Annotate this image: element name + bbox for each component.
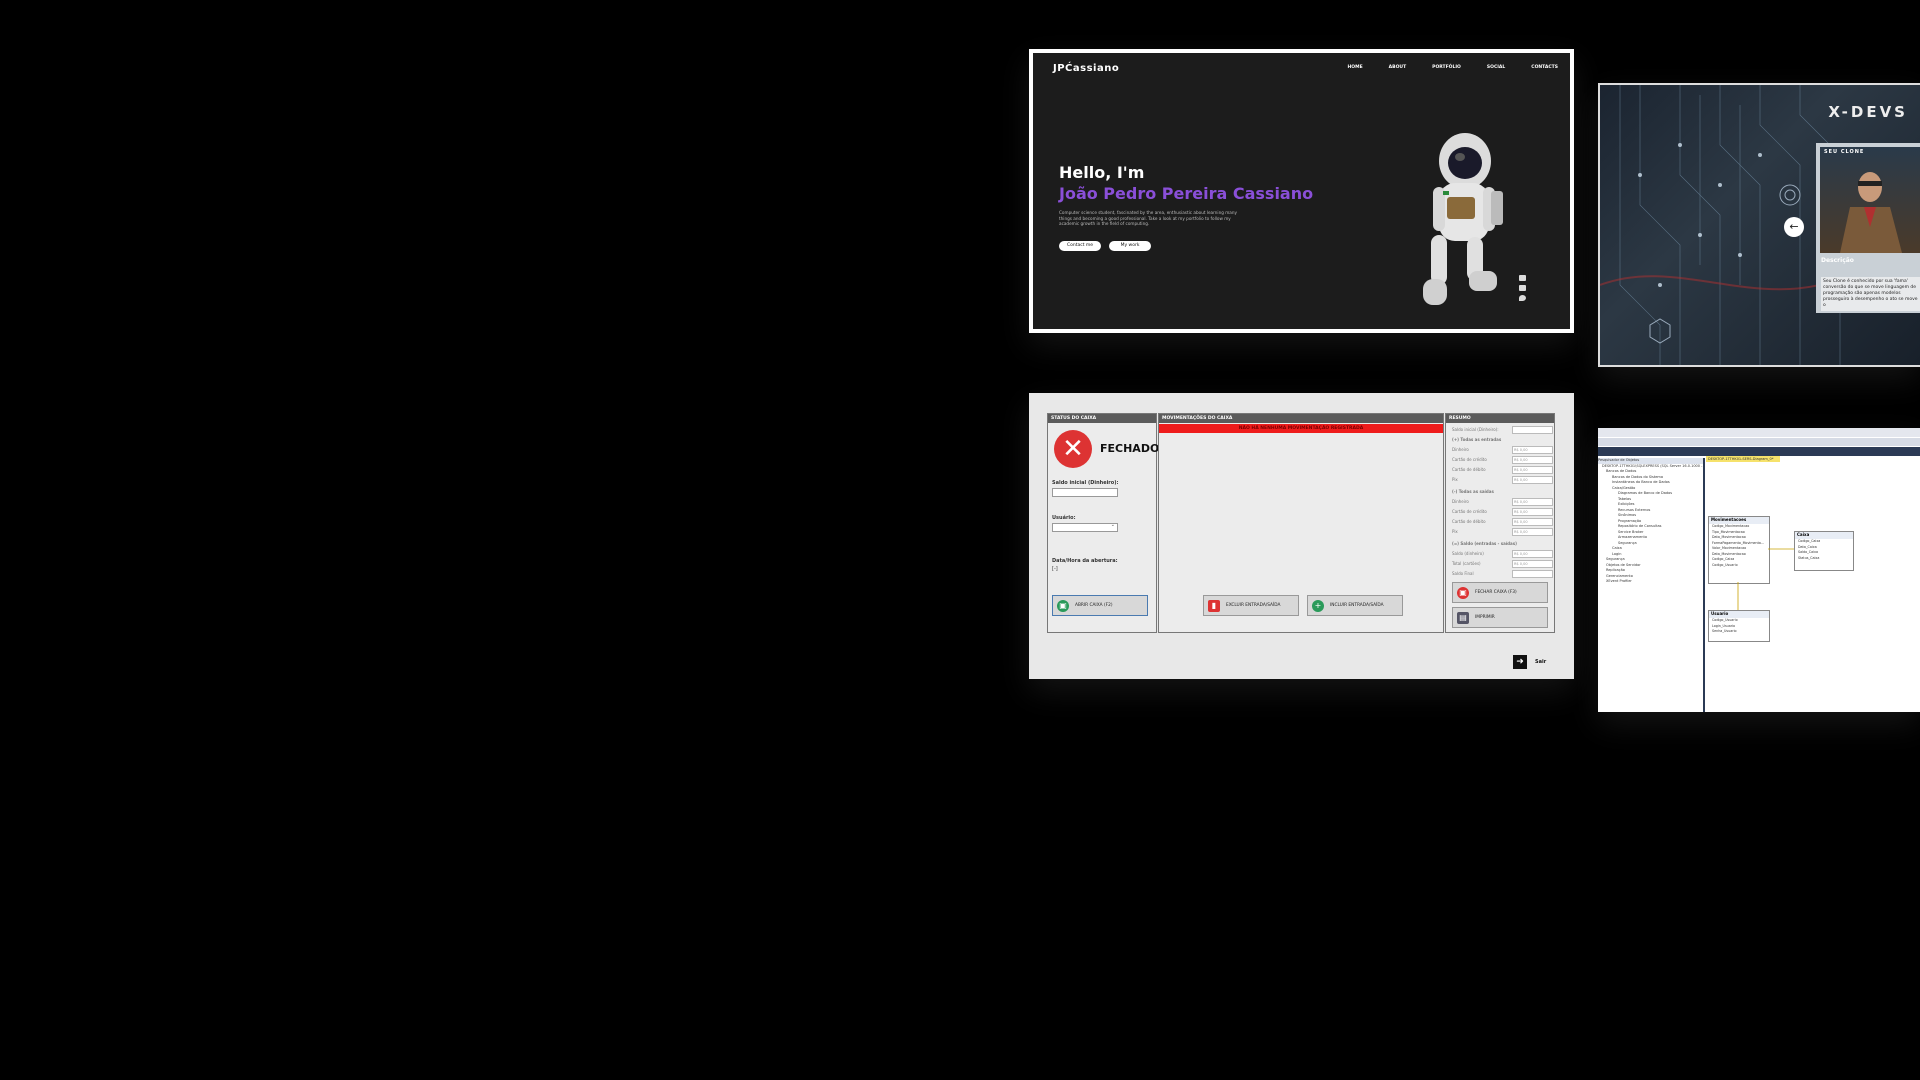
description-text: Seu Clone é conhecido por sua 'fama' con… <box>1821 277 1920 311</box>
nav-contacts[interactable]: CONTACTS <box>1531 65 1558 70</box>
excluir-button[interactable]: ▮ EXCLUIR ENTRADA/SAÍDA <box>1203 595 1299 616</box>
movimentacoes-panel: MOVIMENTAÇÕES DO CAIXA NÃO HÁ NENHUMA MO… <box>1158 413 1444 633</box>
incluir-button[interactable]: + INCLUIR ENTRADA/SAÍDA <box>1307 595 1403 616</box>
excluir-label: EXCLUIR ENTRADA/SAÍDA <box>1226 603 1281 608</box>
status-text: FECHADO <box>1100 442 1160 455</box>
astronaut-illustration <box>1423 133 1503 305</box>
sair-link[interactable]: Sair <box>1535 659 1546 665</box>
status-panel: STATUS DO CAIXA ✕ FECHADO Saldo inicial … <box>1047 413 1160 633</box>
back-arrow-icon[interactable]: ← <box>1784 217 1804 237</box>
saldo-final-label: Saldo Final <box>1452 571 1474 576</box>
saldo-title: (=) Saldo (entradas - saídas) <box>1452 541 1517 546</box>
resumo-panel: RESUMO Saldo inicial (Dinheiro): (+) Tod… <box>1445 413 1555 633</box>
clone-panel: SEU CLONE Descrição Seu Clone é conhecid… <box>1816 143 1920 313</box>
entrada-debito-label: Cartão de débito <box>1452 467 1486 472</box>
entrada-dinheiro-value: R$ 0,00 <box>1512 446 1553 454</box>
clone-portrait-figure <box>1840 172 1902 253</box>
nav-home[interactable]: HOME <box>1348 65 1363 70</box>
printer-icon: ▤ <box>1457 611 1469 624</box>
xdevs-page: X-DEVS ← SEU CLONE Descrição Seu Clone é… <box>1600 85 1920 365</box>
saida-dinheiro-value: R$ 0,00 <box>1512 498 1553 506</box>
relationship-lines <box>1737 548 1794 610</box>
entrada-credito-label: Cartão de crédito <box>1452 457 1487 462</box>
xdevs-title: X-DEVS <box>1828 103 1908 121</box>
abrir-caixa-button[interactable]: ▣ ABRIR CAIXA (F2) <box>1052 595 1148 616</box>
saida-debito-label: Cartão de débito <box>1452 519 1486 524</box>
incluir-label: INCLUIR ENTRADA/SAÍDA <box>1330 603 1384 608</box>
portfolio-logo[interactable]: JPĆassiano <box>1053 63 1119 74</box>
saldo-label: Saldo inicial (Dinheiro): <box>1052 480 1119 486</box>
trash-icon: ▮ <box>1208 599 1220 612</box>
xdevs-thumbnail[interactable]: X-DEVS ← SEU CLONE Descrição Seu Clone é… <box>1598 83 1920 367</box>
movimentacoes-header: MOVIMENTAÇÕES DO CAIXA <box>1159 414 1443 423</box>
entrada-pix-label: Pix <box>1452 477 1458 482</box>
abertura-value: [-] <box>1052 566 1058 572</box>
resumo-saldo-value <box>1512 426 1553 434</box>
saldo-input[interactable] <box>1052 488 1118 497</box>
linkedin-icon[interactable] <box>1519 275 1526 281</box>
nav-about[interactable]: ABOUT <box>1389 65 1406 70</box>
saldo-final-value <box>1512 570 1553 578</box>
saldo-cartoes-label: Total (cartões) <box>1452 561 1481 566</box>
closed-x-icon: ✕ <box>1054 430 1092 468</box>
imprimir-button[interactable]: ▤ IMPRIMIR <box>1452 607 1548 628</box>
nav-social[interactable]: SOCIAL <box>1487 65 1505 70</box>
ssms-thumbnail[interactable]: Pesquisador de Objetos DESKTOP-1TTHK01\S… <box>1598 428 1920 712</box>
my-work-button[interactable]: My work <box>1109 241 1151 251</box>
saida-debito-value: R$ 0,00 <box>1512 518 1553 526</box>
email-icon[interactable] <box>1519 285 1526 291</box>
saldo-dinheiro-value: R$ 0,00 <box>1512 550 1553 558</box>
portfolio-nav: HOME ABOUT PORTFÓLIO SOCIAL CONTACTS <box>1348 65 1558 70</box>
saida-pix-value: R$ 0,00 <box>1512 528 1553 536</box>
clone-label: SEU CLONE <box>1824 149 1865 155</box>
saldo-dinheiro-label: Saldo (dinheiro) <box>1452 551 1484 556</box>
usuario-label: Usuário: <box>1052 515 1076 521</box>
exit-icon[interactable]: ➜ <box>1513 655 1527 669</box>
entradas-title: (+) Todas as entradas <box>1452 437 1502 442</box>
entrada-pix-value: R$ 0,00 <box>1512 476 1553 484</box>
unlock-icon: ▣ <box>1057 599 1069 612</box>
hero-greeting: Hello, I'm <box>1059 163 1145 182</box>
usuario-select[interactable]: ⌄ <box>1052 522 1118 532</box>
chevron-down-icon: ⌄ <box>1110 522 1115 528</box>
saldo-cartoes-value: R$ 0,00 <box>1512 560 1553 568</box>
abertura-label: Data/Hora da abertura: <box>1052 558 1118 564</box>
lock-icon: ▣ <box>1457 586 1469 599</box>
resumo-saldo-label: Saldo inicial (Dinheiro): <box>1452 427 1499 432</box>
imprimir-label: IMPRIMIR <box>1475 615 1495 620</box>
saida-credito-label: Cartão de crédito <box>1452 509 1487 514</box>
clone-portrait: SEU CLONE <box>1820 147 1920 253</box>
status-header: STATUS DO CAIXA <box>1048 414 1156 423</box>
hero-description: Computer science student, fascinated by … <box>1059 210 1238 226</box>
fechar-caixa-button[interactable]: ▣ FECHAR CAIXA (F3) <box>1452 582 1548 603</box>
contact-me-button[interactable]: Contact me <box>1059 241 1101 251</box>
hero-name: João Pedro Pereira Cassiano <box>1059 184 1314 203</box>
resumo-header: RESUMO <box>1446 414 1554 423</box>
abrir-caixa-label: ABRIR CAIXA (F2) <box>1075 603 1113 608</box>
location-icon[interactable] <box>1519 295 1526 301</box>
saida-credito-value: R$ 0,00 <box>1512 508 1553 516</box>
description-heading: Descrição <box>1821 257 1854 264</box>
entrada-credito-value: R$ 0,00 <box>1512 456 1553 464</box>
saidas-title: (-) Todas as saídas <box>1452 489 1494 494</box>
no-movement-banner: NÃO HÁ NENHUMA MOVIMENTAÇÃO REGISTRADA <box>1159 424 1443 433</box>
caixa-thumbnail[interactable]: STATUS DO CAIXA ✕ FECHADO Saldo inicial … <box>1029 393 1574 679</box>
portfolio-page: JPĆassiano HOME ABOUT PORTFÓLIO SOCIAL C… <box>1033 53 1570 329</box>
entrada-debito-value: R$ 0,00 <box>1512 466 1553 474</box>
fechar-caixa-label: FECHAR CAIXA (F3) <box>1475 590 1517 595</box>
saida-dinheiro-label: Dinheiro <box>1452 499 1469 504</box>
nav-portfolio[interactable]: PORTFÓLIO <box>1432 65 1461 70</box>
portfolio-thumbnail[interactable]: JPĆassiano HOME ABOUT PORTFÓLIO SOCIAL C… <box>1029 49 1574 333</box>
entrada-dinheiro-label: Dinheiro <box>1452 447 1469 452</box>
plus-icon: + <box>1312 599 1324 612</box>
saida-pix-label: Pix <box>1452 529 1458 534</box>
